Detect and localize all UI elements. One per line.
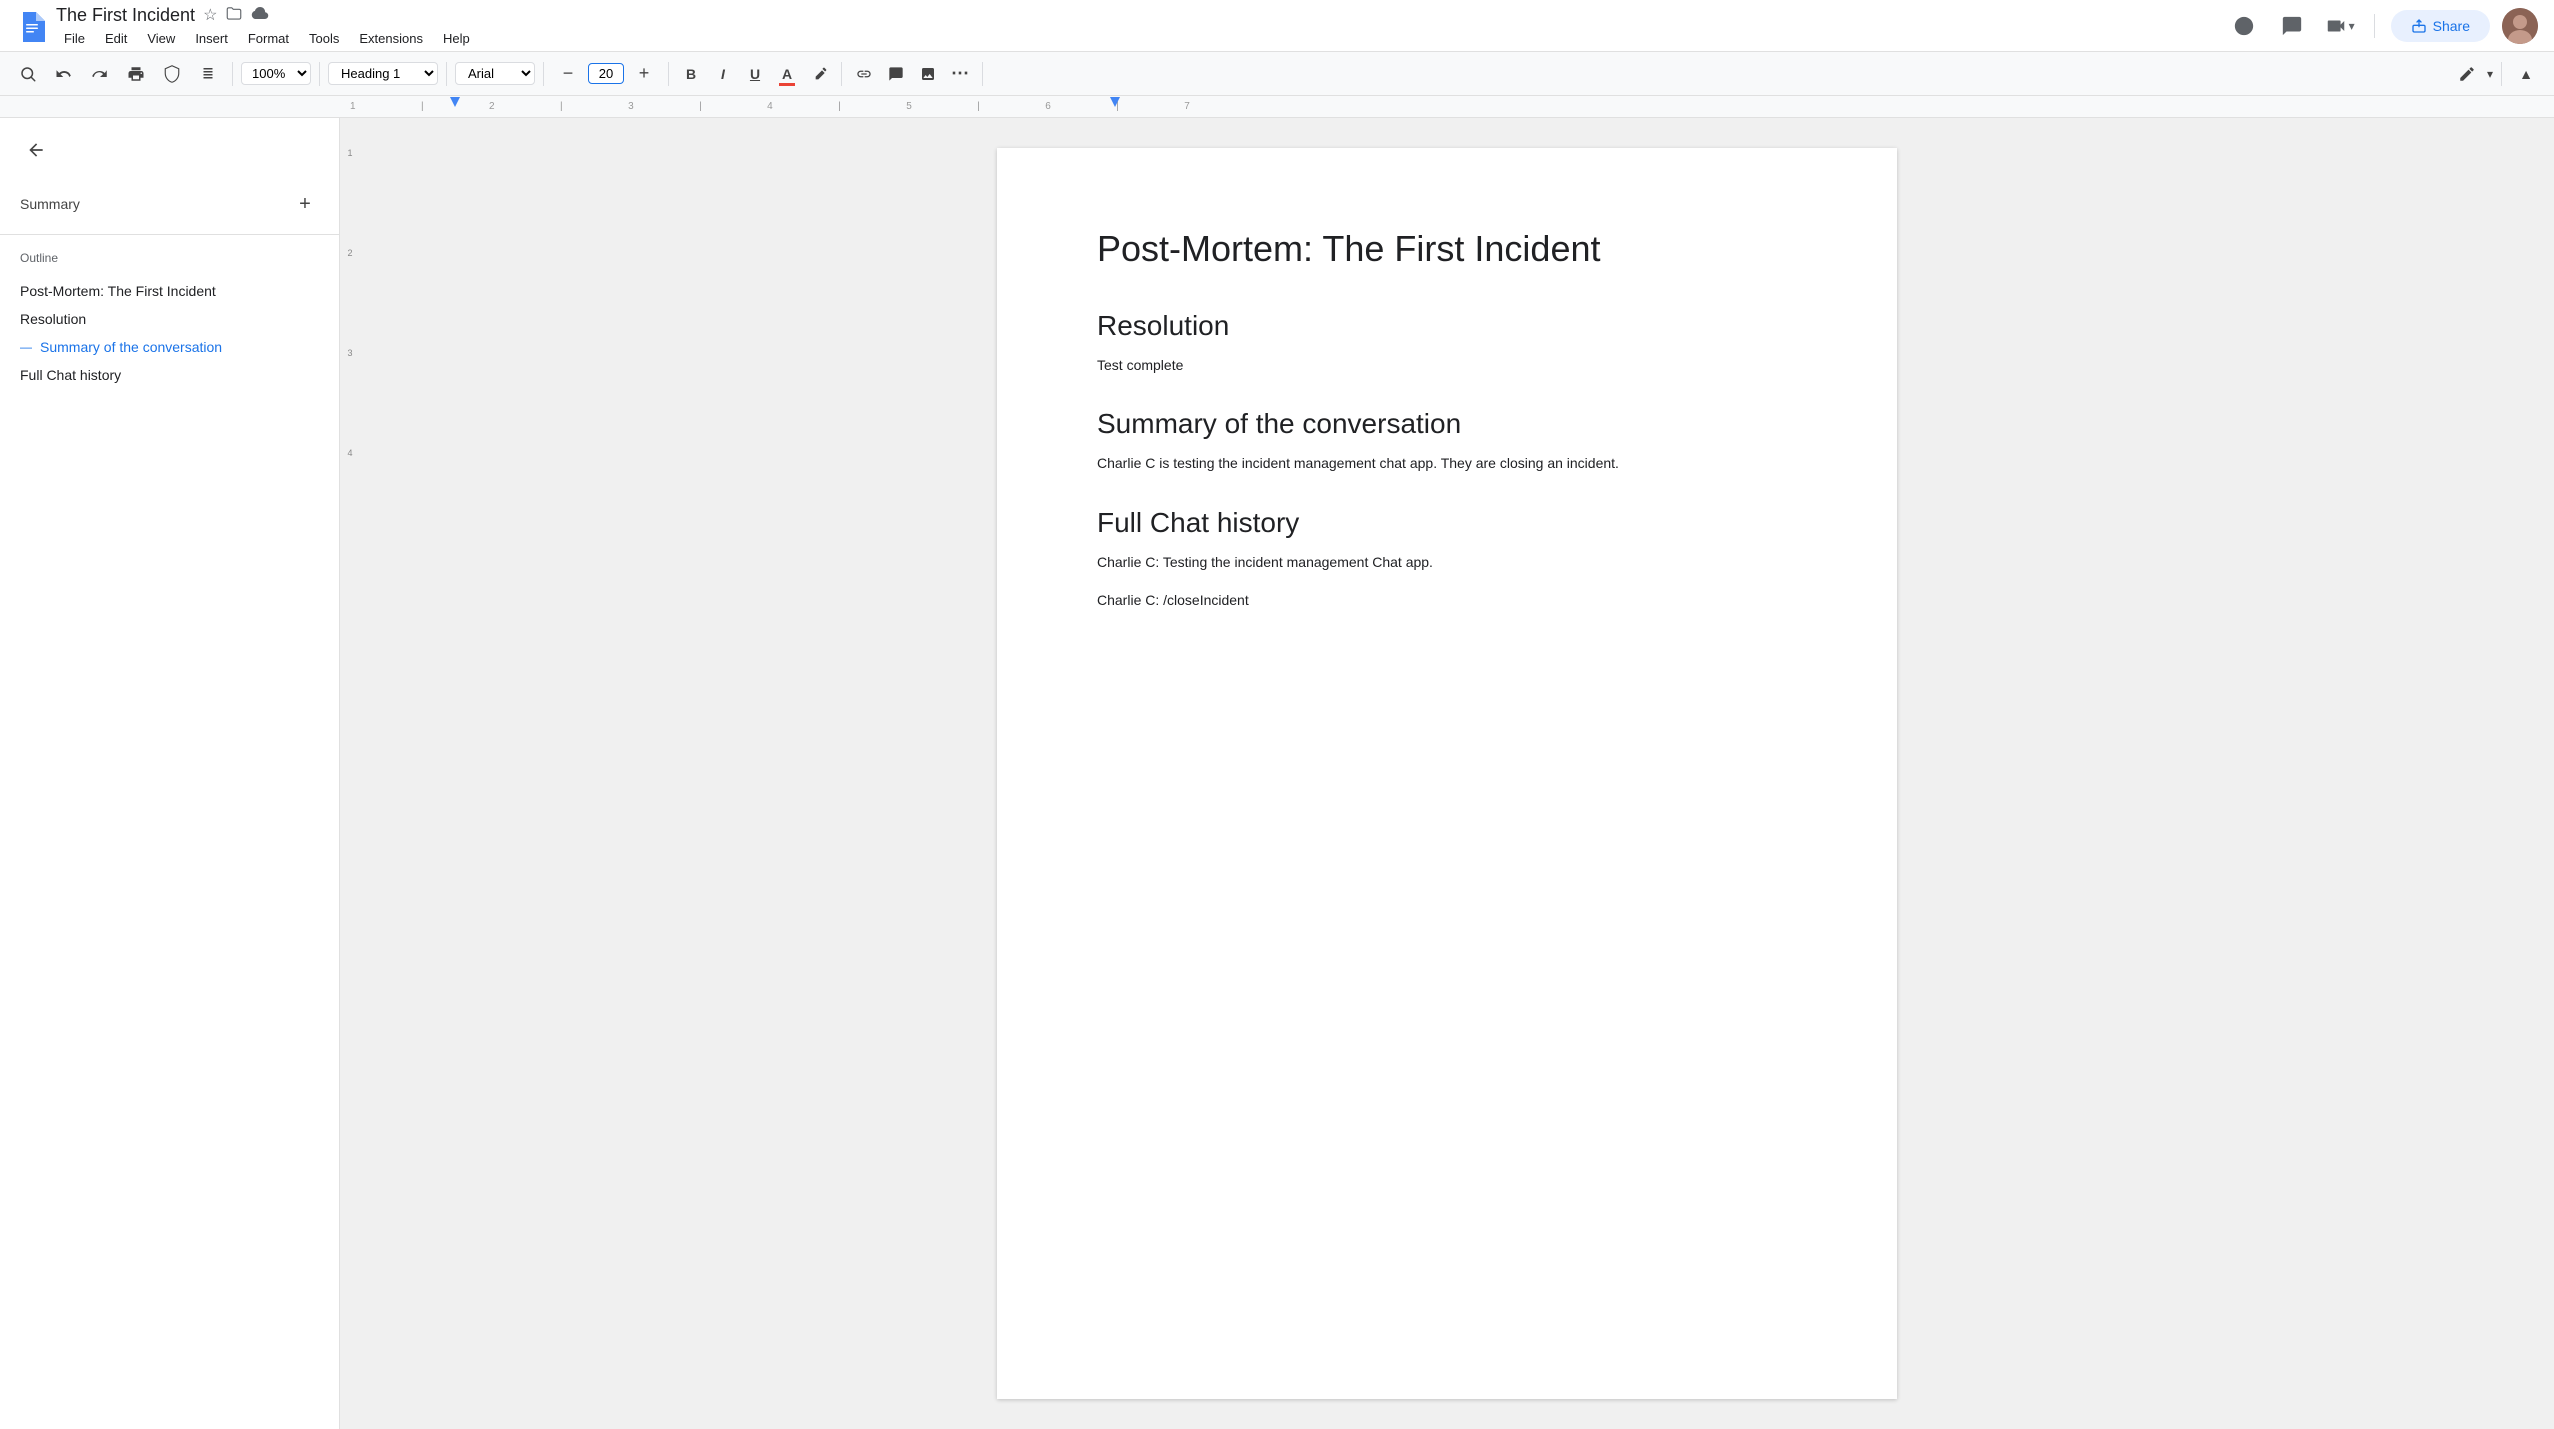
menu-format[interactable]: Format	[240, 29, 297, 48]
undo-icon[interactable]	[48, 58, 80, 90]
separator-5	[668, 62, 669, 86]
section-body-summary: Charlie C is testing the incident manage…	[1097, 452, 1797, 474]
star-icon[interactable]: ☆	[203, 5, 217, 25]
more-options-button[interactable]: ⋯	[946, 60, 974, 88]
outline-item-summary[interactable]: Summary of the conversation	[20, 333, 319, 361]
menu-view[interactable]: View	[139, 29, 183, 48]
left-margin: 1 2 3 4	[340, 118, 360, 1429]
page-area: 1 2 3 4 Post-Mortem: The First Incident …	[340, 118, 2554, 1429]
image-button[interactable]	[914, 60, 942, 88]
menu-file[interactable]: File	[56, 29, 93, 48]
title-section: The First Incident ☆ File Edit View Inse…	[56, 4, 2218, 48]
document-page[interactable]: Post-Mortem: The First Incident Resoluti…	[997, 148, 1897, 1399]
outline-item-title[interactable]: Post-Mortem: The First Incident	[20, 277, 319, 305]
underline-button[interactable]: U	[741, 60, 769, 88]
section-heading-summary: Summary of the conversation	[1097, 408, 1797, 440]
decrease-font-icon[interactable]: −	[552, 58, 584, 90]
style-select[interactable]: Heading 1	[328, 62, 438, 85]
outline-section: Outline Post-Mortem: The First Incident …	[0, 235, 339, 405]
collapse-icon[interactable]: ▲	[2510, 58, 2542, 90]
redo-icon[interactable]	[84, 58, 116, 90]
menu-edit[interactable]: Edit	[97, 29, 135, 48]
menu-extensions[interactable]: Extensions	[351, 29, 431, 48]
main-content: Summary + Outline Post-Mortem: The First…	[0, 118, 2554, 1429]
summary-section: Summary +	[0, 182, 339, 235]
search-icon[interactable]	[12, 58, 44, 90]
highlight-button[interactable]	[805, 60, 833, 88]
zoom-select[interactable]: 100%	[241, 62, 311, 85]
italic-button[interactable]: I	[709, 60, 737, 88]
share-button[interactable]: Share	[2391, 10, 2490, 42]
bold-button[interactable]: B	[677, 60, 705, 88]
separator-6	[841, 62, 842, 86]
separator-7	[982, 62, 983, 86]
separator-2	[319, 62, 320, 86]
add-summary-button[interactable]: +	[291, 190, 319, 218]
share-label: Share	[2433, 18, 2470, 34]
outline-item-chat[interactable]: Full Chat history	[20, 361, 319, 389]
paint-format-icon[interactable]	[192, 58, 224, 90]
edit-mode-icon[interactable]	[2451, 58, 2483, 90]
menu-tools[interactable]: Tools	[301, 29, 347, 48]
doc-main-title: Post-Mortem: The First Incident	[1097, 228, 1797, 270]
ruler: 1|2|3|4|5|6|7	[0, 96, 2554, 118]
toolbar: 100% Heading 1 Arial − + B I U A ⋯ ▾ ▲	[0, 52, 2554, 96]
font-select[interactable]: Arial	[455, 62, 535, 85]
history-icon[interactable]	[2226, 8, 2262, 44]
cloud-icon	[251, 4, 269, 27]
summary-label: Summary	[20, 196, 80, 212]
title-actions: ▾ Share	[2226, 8, 2538, 44]
link-button[interactable]	[850, 60, 878, 88]
folder-icon[interactable]	[225, 4, 243, 27]
menu-bar: File Edit View Insert Format Tools Exten…	[56, 29, 2218, 48]
separator-4	[543, 62, 544, 86]
comment-icon[interactable]	[2274, 8, 2310, 44]
separator-1	[232, 62, 233, 86]
section-body-resolution: Test complete	[1097, 354, 1797, 376]
section-body-chat-line2: Charlie C: /closeIncident	[1097, 589, 1797, 611]
sidebar: Summary + Outline Post-Mortem: The First…	[0, 118, 340, 1429]
menu-insert[interactable]: Insert	[187, 29, 236, 48]
font-size-input[interactable]	[588, 63, 624, 84]
doc-title: The First Incident	[56, 5, 195, 26]
title-bar: The First Incident ☆ File Edit View Inse…	[0, 0, 2554, 52]
section-body-chat-line1: Charlie C: Testing the incident manageme…	[1097, 551, 1797, 573]
spellcheck-icon[interactable]	[156, 58, 188, 90]
meet-icon[interactable]: ▾	[2322, 8, 2358, 44]
increase-font-icon[interactable]: +	[628, 58, 660, 90]
outline-label: Outline	[20, 251, 319, 265]
sidebar-header	[0, 118, 339, 182]
google-docs-icon	[16, 10, 48, 42]
print-icon[interactable]	[120, 58, 152, 90]
avatar[interactable]	[2502, 8, 2538, 44]
comment-toolbar-button[interactable]	[882, 60, 910, 88]
menu-help[interactable]: Help	[435, 29, 478, 48]
outline-item-resolution[interactable]: Resolution	[20, 305, 319, 333]
back-button[interactable]	[20, 134, 52, 166]
separator-3	[446, 62, 447, 86]
section-heading-chat: Full Chat history	[1097, 507, 1797, 539]
section-heading-resolution: Resolution	[1097, 310, 1797, 342]
text-color-button[interactable]: A	[773, 60, 801, 88]
